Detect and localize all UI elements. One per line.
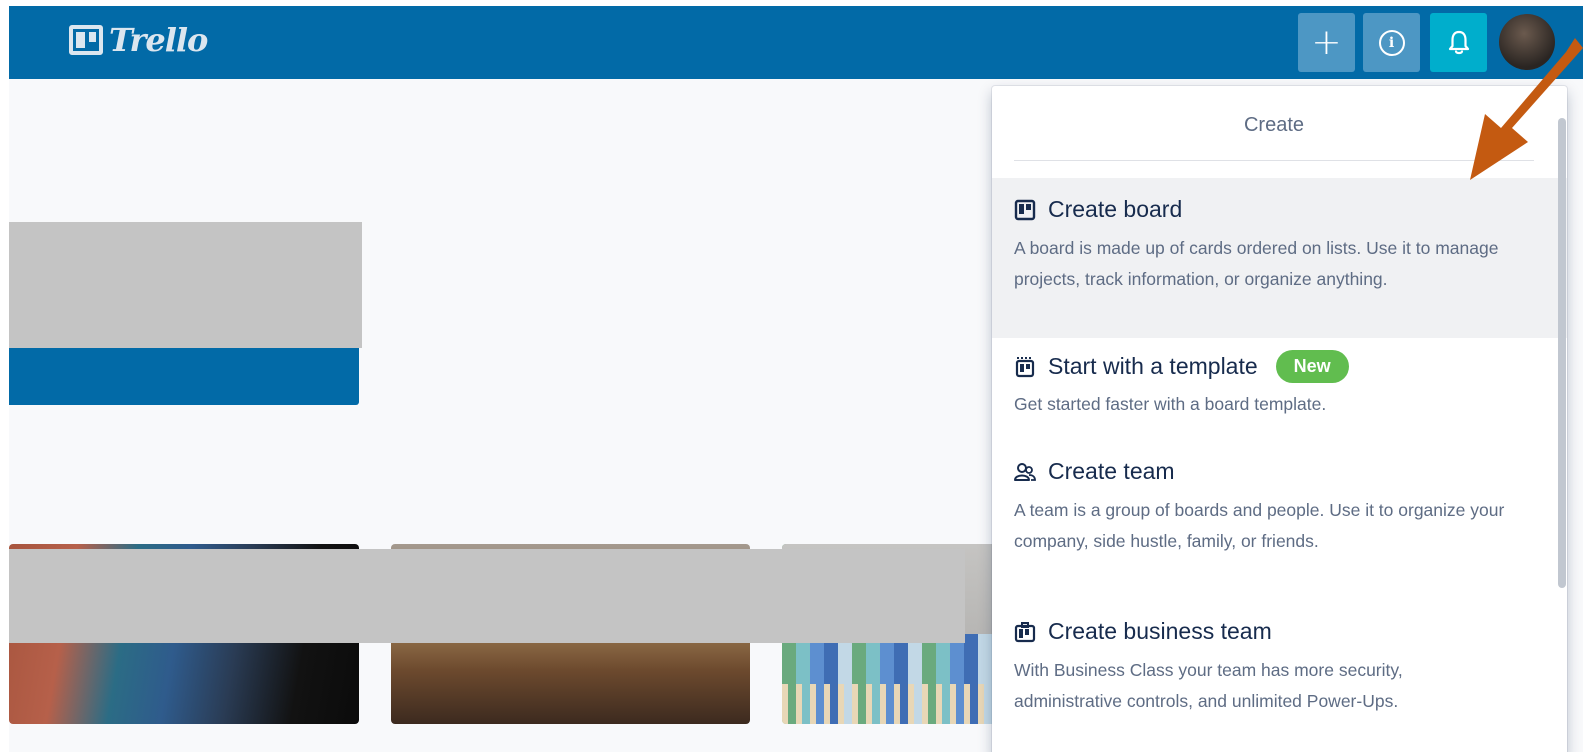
- popover-scrollbar[interactable]: [1558, 118, 1566, 588]
- create-button[interactable]: +: [1298, 13, 1355, 72]
- menu-item-description: Get started faster with a board template…: [1014, 394, 1327, 414]
- template-icon: [1015, 356, 1035, 377]
- annotation-arrow-icon: [1470, 38, 1583, 180]
- create-menu-popover: Create Create board A board is made up o…: [992, 86, 1567, 752]
- app-frame: Trello + i Create Create board A board i…: [9, 6, 1583, 752]
- board-icon: [1014, 199, 1036, 220]
- menu-item-label: Create business team: [1048, 618, 1272, 644]
- menu-item-start-with-template[interactable]: Start with a template New Get started fa…: [992, 350, 1567, 442]
- info-button[interactable]: i: [1363, 13, 1420, 72]
- menu-item-label: Start with a template: [1048, 353, 1258, 379]
- plus-icon: +: [1311, 22, 1342, 63]
- trello-logo[interactable]: Trello: [69, 21, 208, 59]
- menu-item-description: A team is a group of boards and people. …: [1014, 500, 1505, 551]
- menu-item-create-board[interactable]: Create board A board is made up of cards…: [992, 178, 1567, 338]
- menu-item-create-team[interactable]: Create team A team is a group of boards …: [992, 458, 1567, 598]
- info-icon: i: [1378, 29, 1405, 56]
- new-badge: New: [1275, 350, 1349, 383]
- menu-item-label: Create board: [1048, 196, 1183, 222]
- redacted-block: [9, 222, 362, 348]
- menu-item-label: Create team: [1048, 458, 1175, 484]
- team-icon: [1014, 462, 1036, 481]
- business-icon: [1014, 621, 1036, 642]
- trello-board-icon: [69, 25, 103, 55]
- logo-text: Trello: [109, 21, 208, 59]
- menu-item-description: A board is made up of cards ordered on l…: [1014, 238, 1499, 289]
- menu-item-create-business-team[interactable]: Create business team With Business Class…: [992, 618, 1567, 728]
- menu-item-description: With Business Class your team has more s…: [1014, 660, 1403, 711]
- banner-button[interactable]: [9, 348, 359, 405]
- top-navigation-bar: Trello + i: [9, 6, 1583, 79]
- redacted-block: [9, 549, 965, 643]
